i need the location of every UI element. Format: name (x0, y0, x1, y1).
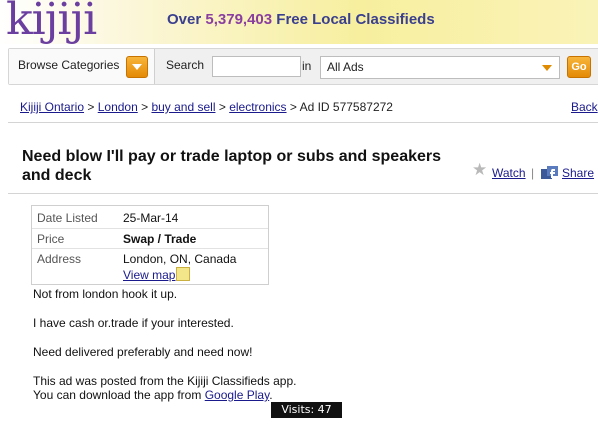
go-button[interactable]: Go (567, 56, 591, 78)
price-value: Swap / Trade (123, 232, 197, 246)
visits-counter: Visits: 47 (271, 402, 342, 418)
category-select-value: All Ads (327, 60, 364, 74)
search-label: Search (166, 58, 205, 72)
browse-categories-button[interactable]: Browse Categories (9, 49, 155, 84)
share-icon[interactable] (541, 166, 558, 179)
separator: | (531, 166, 535, 180)
breadcrumb-london[interactable]: London (98, 100, 138, 114)
detail-row-date: Date Listed 25-Mar-14 (32, 206, 268, 229)
ad-title: Need blow I'll pay or trade laptop or su… (22, 148, 442, 184)
tagline-prefix: Over (167, 11, 202, 28)
chevron-down-icon (542, 65, 552, 71)
breadcrumb: Kijiji Ontario > London > buy and sell >… (20, 100, 393, 114)
divider (8, 122, 598, 123)
description-line: This ad was posted from the Kijiji Class… (33, 374, 297, 388)
site-header: kijiji Over 5,379,403 Free Local Classif… (0, 0, 598, 45)
in-label: in (302, 59, 312, 73)
search-input[interactable] (212, 56, 301, 77)
detail-row-address: Address London, ON, Canada View map (32, 249, 268, 284)
breadcrumb-kijiji-ontario[interactable]: Kijiji Ontario (20, 100, 84, 114)
map-icon[interactable] (176, 267, 191, 281)
app-download-line: You can download the app from Google Pla… (33, 388, 273, 402)
back-link[interactable]: Back (571, 100, 598, 114)
description-line: I have cash or.trade if your interested. (33, 316, 234, 330)
address-value: London, ON, Canada (123, 252, 237, 266)
watch-link[interactable]: Watch (492, 166, 526, 180)
ad-id: Ad ID 577587272 (299, 100, 393, 114)
view-map-link[interactable]: View map (123, 268, 175, 282)
ad-details-table: Date Listed 25-Mar-14 Price Swap / Trade… (31, 205, 269, 285)
site-tagline: Over 5,379,403 Free Local Classifieds (167, 11, 435, 28)
ad-count: 5,379,403 (205, 11, 273, 28)
category-select[interactable]: All Ads (320, 56, 560, 79)
description-line: Need delivered preferably and need now! (33, 345, 253, 359)
breadcrumb-buy-and-sell[interactable]: buy and sell (151, 100, 215, 114)
date-listed-label: Date Listed (37, 211, 98, 225)
divider (8, 193, 598, 194)
kijiji-logo[interactable]: kijiji (6, 0, 97, 45)
app-line-prefix: You can download the app from (33, 388, 202, 402)
address-label: Address (37, 252, 82, 266)
search-bar: Browse Categories Search in All Ads Go (8, 48, 598, 85)
tagline-suffix: Free Local Classifieds (276, 11, 435, 28)
price-label: Price (37, 232, 65, 246)
google-play-link[interactable]: Google Play (205, 388, 269, 402)
browse-categories-label: Browse Categories (18, 58, 120, 72)
date-listed-value: 25-Mar-14 (123, 211, 179, 225)
view-map-row: View map (123, 267, 191, 282)
detail-row-price: Price Swap / Trade (32, 228, 268, 249)
breadcrumb-electronics[interactable]: electronics (229, 100, 286, 114)
share-link[interactable]: Share (562, 166, 594, 180)
description-line: Not from london hook it up. (33, 287, 178, 301)
star-icon[interactable]: ★ (472, 161, 487, 178)
app-line-suffix: . (269, 388, 273, 402)
browse-dropdown-icon[interactable] (126, 56, 148, 78)
